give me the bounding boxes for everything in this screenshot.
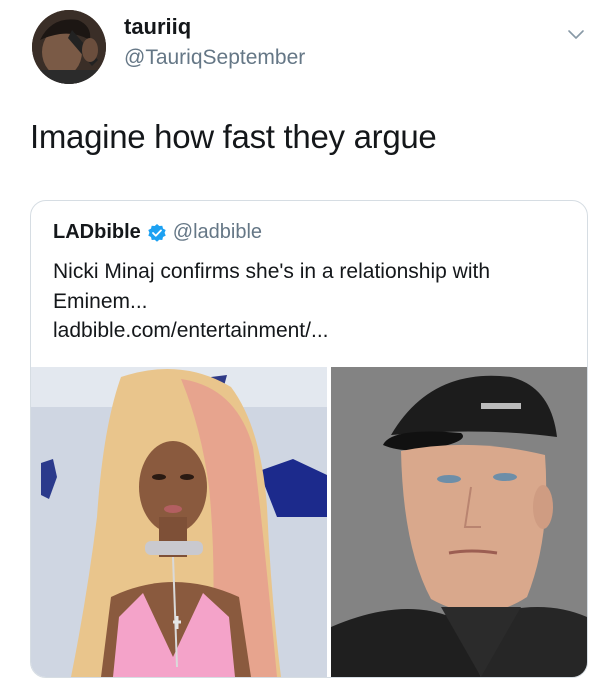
author-avatar[interactable] (32, 10, 106, 84)
author-display-name[interactable]: tauriiq (124, 14, 191, 40)
quoted-tweet-header: LADbible @ladbible (53, 221, 262, 244)
quoted-tweet-card[interactable]: LADbible @ladbible Nicki Minaj confirms … (30, 200, 588, 678)
author-handle[interactable]: @TauriqSeptember (124, 46, 305, 70)
quoted-tweet-media[interactable] (31, 367, 587, 677)
quoted-tweet-link[interactable]: ladbible.com/entertainment/... (53, 319, 328, 343)
chevron-down-icon[interactable] (566, 24, 586, 44)
quoted-author-handle: @ladbible (172, 221, 263, 243)
avatar-image (32, 10, 106, 84)
verified-badge-icon (147, 223, 167, 243)
quoted-author-name: LADbible (53, 221, 141, 243)
photo-left[interactable] (31, 367, 327, 677)
quoted-tweet-text: Nicki Minaj confirms she's in a relation… (53, 260, 491, 313)
tweet-text: Imagine how fast they argue (30, 118, 437, 155)
photo-right[interactable] (331, 367, 587, 677)
